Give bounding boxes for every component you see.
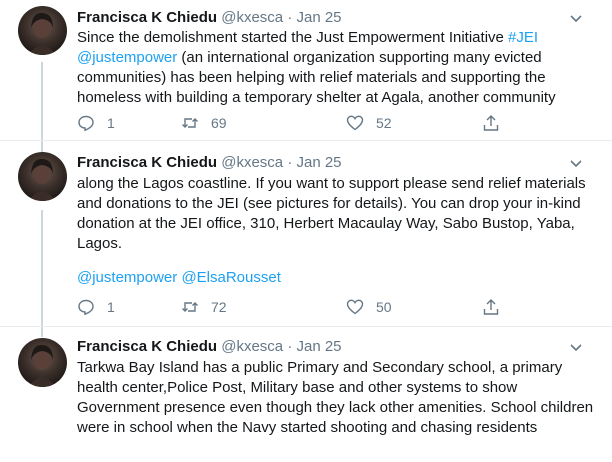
mention-link[interactable]: @justempower: [77, 49, 177, 66]
retweet-button[interactable]: 72: [181, 296, 227, 318]
tweet-actions: 1 72 50: [77, 296, 577, 318]
like-count: 52: [376, 115, 392, 131]
separator: ·: [287, 154, 293, 171]
reply-count: 1: [107, 115, 115, 131]
mentions: @justempower @ElsaRousset: [77, 268, 597, 288]
reply-button[interactable]: 1: [77, 112, 115, 134]
retweet-button[interactable]: 69: [181, 112, 227, 134]
tweet-text-part: Since the demolishment started the Just …: [77, 29, 509, 46]
tweet-actions: 1 69 52: [77, 112, 577, 134]
tweet-header: Francisca K Chiedu @kxesca · Jan 25: [77, 9, 342, 27]
like-button[interactable]: 52: [346, 112, 392, 134]
mention-link[interactable]: @ElsaRousset: [181, 269, 280, 286]
reply-icon: [78, 299, 94, 316]
retweet-count: 72: [211, 299, 227, 315]
like-button[interactable]: 50: [346, 296, 392, 318]
avatar[interactable]: [18, 152, 67, 201]
mention-link[interactable]: @justempower: [77, 269, 177, 286]
retweet-icon: [182, 302, 198, 312]
tweet[interactable]: Francisca K Chiedu @kxesca · Jan 25 Sinc…: [0, 0, 612, 140]
heart-icon: [346, 299, 364, 315]
reply-button[interactable]: 1: [77, 296, 115, 318]
share-button[interactable]: [482, 112, 500, 134]
reply-count: 1: [107, 299, 115, 315]
chevron-down-icon[interactable]: [568, 10, 584, 26]
chevron-down-icon[interactable]: [568, 339, 584, 355]
author-handle[interactable]: @kxesca: [221, 154, 283, 171]
heart-icon: [346, 115, 364, 131]
timestamp[interactable]: Jan 25: [296, 9, 341, 26]
avatar[interactable]: [18, 338, 67, 387]
timestamp[interactable]: Jan 25: [296, 338, 341, 355]
separator: ·: [287, 9, 293, 26]
timestamp[interactable]: Jan 25: [296, 154, 341, 171]
author-name[interactable]: Francisca K Chiedu: [77, 154, 217, 171]
tweet[interactable]: Francisca K Chiedu @kxesca · Jan 25 Tark…: [0, 327, 612, 462]
author-name[interactable]: Francisca K Chiedu: [77, 338, 217, 355]
retweet-count: 69: [211, 115, 227, 131]
hashtag-link[interactable]: #JEI: [508, 29, 538, 46]
tweet-header: Francisca K Chiedu @kxesca · Jan 25: [77, 338, 342, 356]
share-button[interactable]: [482, 296, 500, 318]
share-icon: [483, 115, 499, 131]
tweet-header: Francisca K Chiedu @kxesca · Jan 25: [77, 154, 342, 172]
share-icon: [483, 299, 499, 315]
tweet-text: Since the demolishment started the Just …: [77, 28, 597, 108]
author-handle[interactable]: @kxesca: [221, 338, 283, 355]
author-name[interactable]: Francisca K Chiedu: [77, 9, 217, 26]
author-handle[interactable]: @kxesca: [221, 9, 283, 26]
tweet-text: along the Lagos coastline. If you want t…: [77, 175, 586, 252]
retweet-icon: [182, 118, 198, 128]
tweet-text: Tarkwa Bay Island has a public Primary a…: [77, 359, 594, 436]
chevron-down-icon[interactable]: [568, 155, 584, 171]
avatar[interactable]: [18, 6, 67, 55]
reply-icon: [78, 115, 94, 132]
separator: ·: [287, 338, 293, 355]
like-count: 50: [376, 299, 392, 315]
tweet[interactable]: Francisca K Chiedu @kxesca · Jan 25 alon…: [0, 141, 612, 326]
